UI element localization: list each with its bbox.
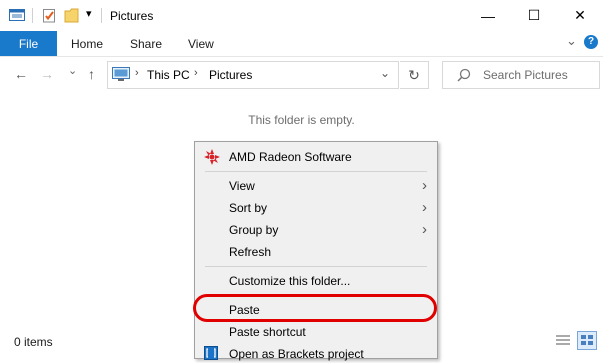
new-folder-icon[interactable] (64, 8, 80, 23)
search-box[interactable]: Search Pictures (442, 61, 600, 89)
submenu-arrow-icon: › (422, 221, 427, 238)
item-count-status: 0 items (14, 335, 53, 349)
amd-radeon-icon (204, 149, 220, 168)
menu-item-refresh[interactable]: Refresh (229, 245, 271, 259)
tab-file[interactable]: File (0, 31, 57, 56)
recent-locations-button[interactable]: ⌄ (68, 64, 77, 77)
explorer-window-icon[interactable] (9, 8, 25, 22)
search-placeholder: Search Pictures (483, 68, 568, 82)
divider (101, 8, 102, 23)
breadcrumb-separator-icon[interactable]: › (194, 67, 198, 79)
brackets-icon (204, 346, 218, 363)
menu-item-open-brackets-project[interactable]: Open as Brackets project (229, 347, 364, 361)
menu-item-group-by[interactable]: Group by (229, 223, 278, 237)
refresh-button[interactable]: ↻ (400, 61, 429, 89)
menu-item-customize-folder[interactable]: Customize this folder... (229, 274, 350, 288)
large-icons-view-icon[interactable] (577, 331, 597, 350)
properties-icon[interactable] (41, 8, 57, 23)
back-button[interactable]: ← (14, 66, 28, 82)
search-icon (457, 68, 471, 85)
tab-view[interactable]: View (188, 37, 214, 51)
details-view-icon[interactable] (555, 333, 571, 350)
empty-folder-message: This folder is empty. (248, 113, 355, 127)
address-dropdown-icon[interactable]: ⌄ (380, 66, 390, 80)
menu-item-view[interactable]: View (229, 179, 255, 193)
close-button[interactable]: ✕ (557, 0, 603, 31)
menu-item-paste-shortcut[interactable]: Paste shortcut (229, 325, 306, 339)
menu-separator (205, 266, 427, 267)
minimize-button[interactable]: — (465, 0, 511, 31)
submenu-arrow-icon: › (422, 177, 427, 194)
address-bar[interactable]: › This PC › Pictures ⌄ (107, 61, 399, 89)
expand-ribbon-icon[interactable]: ⌄ (566, 33, 577, 49)
breadcrumb-pictures[interactable]: Pictures (209, 68, 252, 82)
up-button[interactable]: ↑ (88, 66, 95, 82)
paste-highlight-annotation (193, 294, 437, 322)
this-pc-icon (112, 67, 130, 84)
help-icon[interactable]: ? (584, 35, 598, 49)
submenu-arrow-icon: › (422, 199, 427, 216)
maximize-button[interactable]: ☐ (511, 0, 557, 31)
divider (32, 8, 33, 23)
menu-item-amd-radeon-software[interactable]: AMD Radeon Software (229, 150, 352, 164)
tab-share[interactable]: Share (130, 37, 162, 51)
context-menu: AMD Radeon Software View › Sort by › Gro… (194, 141, 438, 361)
menu-separator (205, 171, 427, 172)
tab-home[interactable]: Home (71, 37, 103, 51)
customize-toolbar-icon[interactable]: ▾ (86, 7, 92, 20)
breadcrumb-separator-icon: › (135, 67, 139, 79)
title-bar: ▾ Pictures — ☐ ✕ (0, 0, 603, 31)
breadcrumb-this-pc[interactable]: This PC (147, 68, 190, 82)
forward-button[interactable]: → (40, 66, 54, 82)
menu-item-sort-by[interactable]: Sort by (229, 201, 267, 215)
window-title: Pictures (110, 9, 154, 23)
